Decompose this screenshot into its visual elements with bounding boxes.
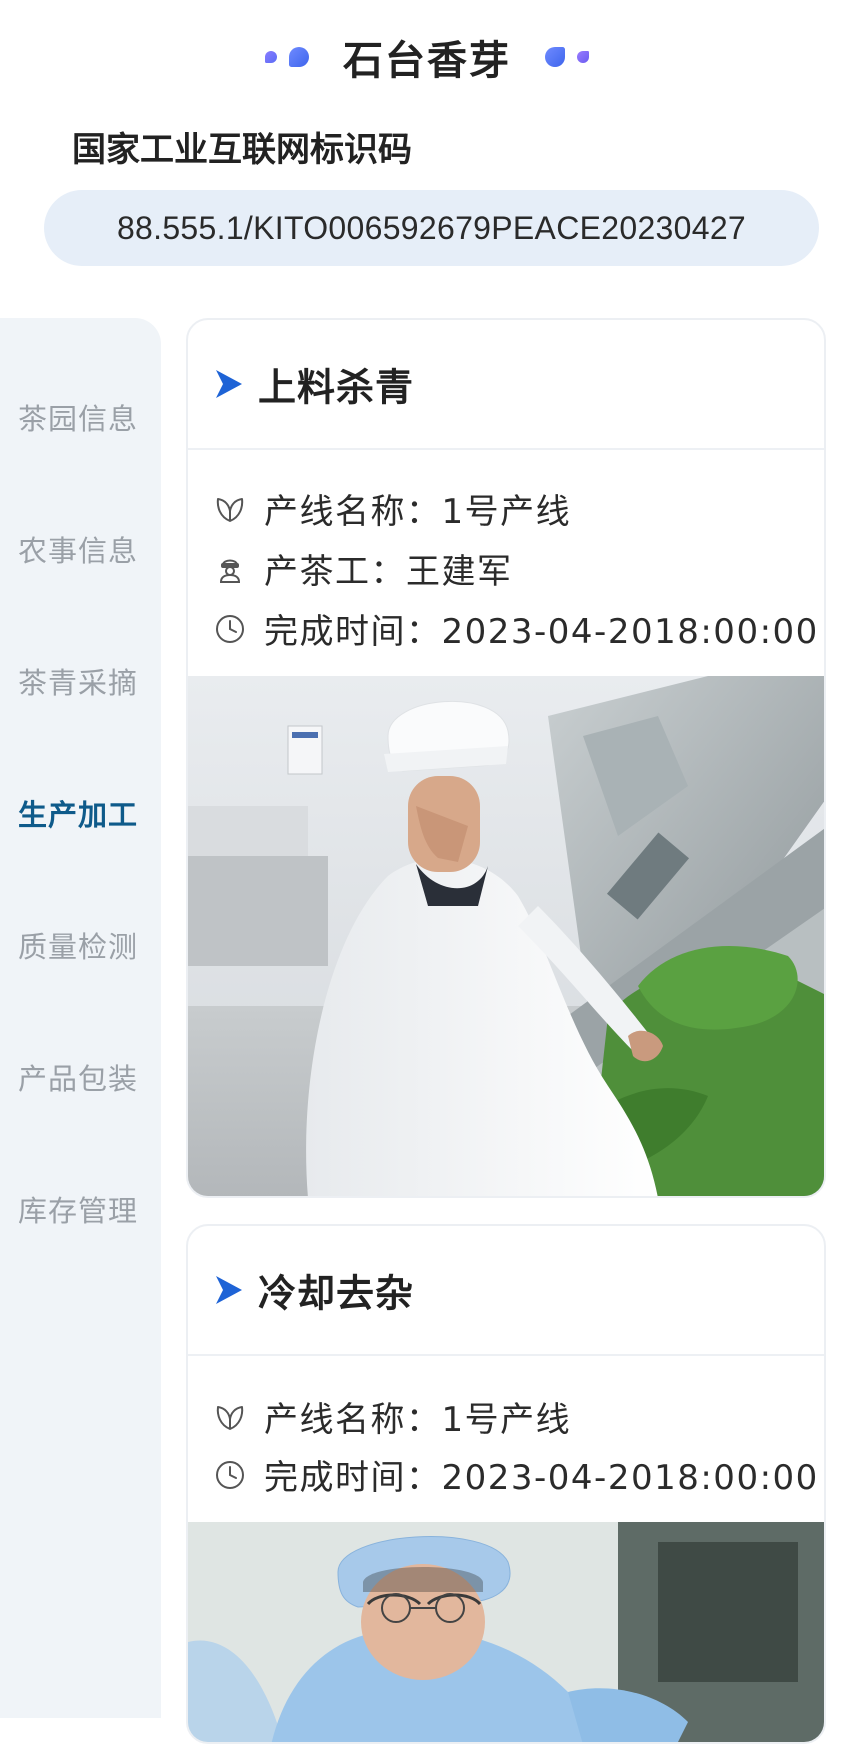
sidebar-item-picking[interactable]: 茶青采摘 xyxy=(0,660,161,702)
page-title: 石台香芽 xyxy=(343,38,511,84)
worker-icon xyxy=(219,559,241,583)
leaf-icon xyxy=(216,497,244,522)
card-header: 冷却去杂 xyxy=(188,1226,824,1356)
worker-text: 产茶工：王建军 xyxy=(264,552,513,592)
process-photo xyxy=(188,1522,824,1742)
card-title: 冷却去杂 xyxy=(258,1271,415,1316)
clock-icon xyxy=(216,614,244,643)
sidebar-item-processing[interactable]: 生产加工 xyxy=(0,792,161,834)
completion-time-row: 完成时间：2023-04-2018:00:00 xyxy=(214,1450,819,1499)
identifier-label: 国家工业互联网标识码 xyxy=(72,130,412,170)
completion-time-text: 完成时间：2023-04-2018:00:00 xyxy=(264,612,819,652)
completion-time-text: 完成时间：2023-04-2018:00:00 xyxy=(264,1458,819,1498)
decoration-dot-icon xyxy=(265,51,277,63)
sidebar-item-tea-garden[interactable]: 茶园信息 xyxy=(0,396,161,438)
decoration-dot-icon xyxy=(545,47,565,67)
title-decoration-right xyxy=(545,47,589,67)
sidebar-item-inventory[interactable]: 库存管理 xyxy=(0,1188,161,1230)
process-photo xyxy=(188,676,824,1196)
sidebar-item-farming[interactable]: 农事信息 xyxy=(0,528,161,570)
worker-at-machine-photo xyxy=(188,676,824,1196)
decoration-dot-icon xyxy=(289,47,309,67)
worker-row: 产茶工：王建军 xyxy=(214,544,513,593)
sidebar: 茶园信息 农事信息 茶青采摘 生产加工 质量检测 产品包装 库存管理 xyxy=(0,318,161,1718)
identifier-code-box: 88.555.1/KITO006592679PEACE20230427 xyxy=(44,190,819,266)
sidebar-item-packaging[interactable]: 产品包装 xyxy=(0,1056,161,1098)
card-header: 上料杀青 xyxy=(188,320,824,450)
header: 石台香芽 xyxy=(0,0,854,110)
chevron-right-icon xyxy=(216,370,242,398)
title-row: 石台香芽 xyxy=(0,28,854,86)
production-line-text: 产线名称：1号产线 xyxy=(264,492,572,532)
process-card: 冷却去杂 产线名称：1号产线 完成时间：2023-04-2018:00:00 xyxy=(186,1224,826,1744)
identifier-code: 88.555.1/KITO006592679PEACE20230427 xyxy=(116,209,747,246)
completion-time-row: 完成时间：2023-04-2018:00:00 xyxy=(214,604,819,653)
production-line-row: 产线名称：1号产线 xyxy=(214,484,571,533)
card-title: 上料杀青 xyxy=(258,365,415,410)
decoration-dot-icon xyxy=(577,51,589,63)
title-decoration-left xyxy=(265,47,309,67)
sidebar-item-quality[interactable]: 质量检测 xyxy=(0,924,161,966)
chevron-right-icon xyxy=(216,1276,242,1304)
production-line-row: 产线名称：1号产线 xyxy=(214,1392,571,1441)
clock-icon xyxy=(216,1460,244,1489)
leaf-icon xyxy=(216,1405,244,1430)
production-line-text: 产线名称：1号产线 xyxy=(264,1400,572,1440)
process-card: 上料杀青 产线名称：1号产线 产茶工：王建军 完成时间：2023-04-2018… xyxy=(186,318,826,1198)
worker-sorting-photo xyxy=(188,1522,824,1742)
